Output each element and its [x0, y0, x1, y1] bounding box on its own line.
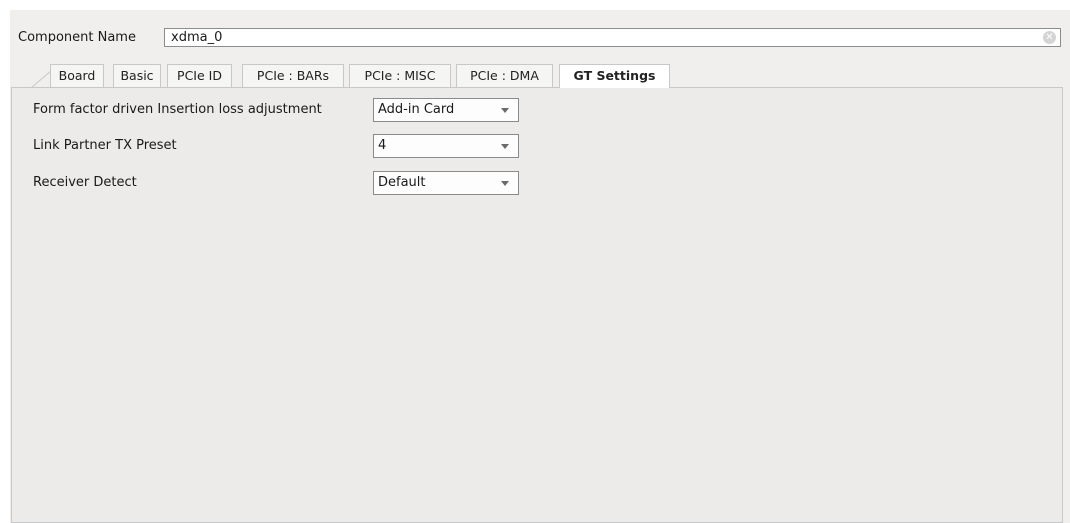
- chevron-down-icon: [501, 144, 509, 149]
- ip-customization-panel: Component Name xdma_0 ✕ Board Basic PCIe…: [10, 10, 1070, 523]
- component-name-input[interactable]: xdma_0 ✕: [164, 28, 1061, 47]
- link-partner-tx-preset-value: 4: [378, 138, 387, 153]
- component-name-value: xdma_0: [171, 30, 223, 45]
- link-partner-tx-preset-select[interactable]: 4: [373, 134, 519, 158]
- receiver-detect-label: Receiver Detect: [33, 175, 137, 190]
- form-factor-select[interactable]: Add-in Card: [373, 98, 519, 122]
- link-partner-tx-preset-label: Link Partner TX Preset: [33, 138, 177, 153]
- clear-icon[interactable]: ✕: [1043, 31, 1056, 44]
- receiver-detect-select[interactable]: Default: [373, 171, 519, 195]
- chevron-down-icon: [501, 108, 509, 113]
- component-name-label: Component Name: [18, 30, 136, 45]
- tab-basic[interactable]: Basic: [113, 64, 161, 87]
- tab-pcie-misc[interactable]: PCIe : MISC: [349, 64, 451, 87]
- chevron-down-icon: [501, 181, 509, 186]
- receiver-detect-value: Default: [378, 175, 426, 190]
- component-name-row: Component Name xdma_0 ✕: [10, 10, 1070, 62]
- tab-pcie-id[interactable]: PCIe ID: [167, 64, 232, 87]
- tab-board[interactable]: Board: [50, 64, 104, 87]
- form-factor-value: Add-in Card: [378, 102, 455, 117]
- tab-gt-settings[interactable]: GT Settings: [559, 64, 670, 88]
- form-factor-label: Form factor driven Insertion loss adjust…: [33, 102, 322, 117]
- tab-pcie-bars[interactable]: PCIe : BARs: [242, 64, 344, 87]
- gt-settings-content: Form factor driven Insertion loss adjust…: [11, 87, 1063, 523]
- tab-bar: Board Basic PCIe ID PCIe : BARs PCIe : M…: [10, 64, 1070, 88]
- tab-pcie-dma[interactable]: PCIe : DMA: [456, 64, 553, 87]
